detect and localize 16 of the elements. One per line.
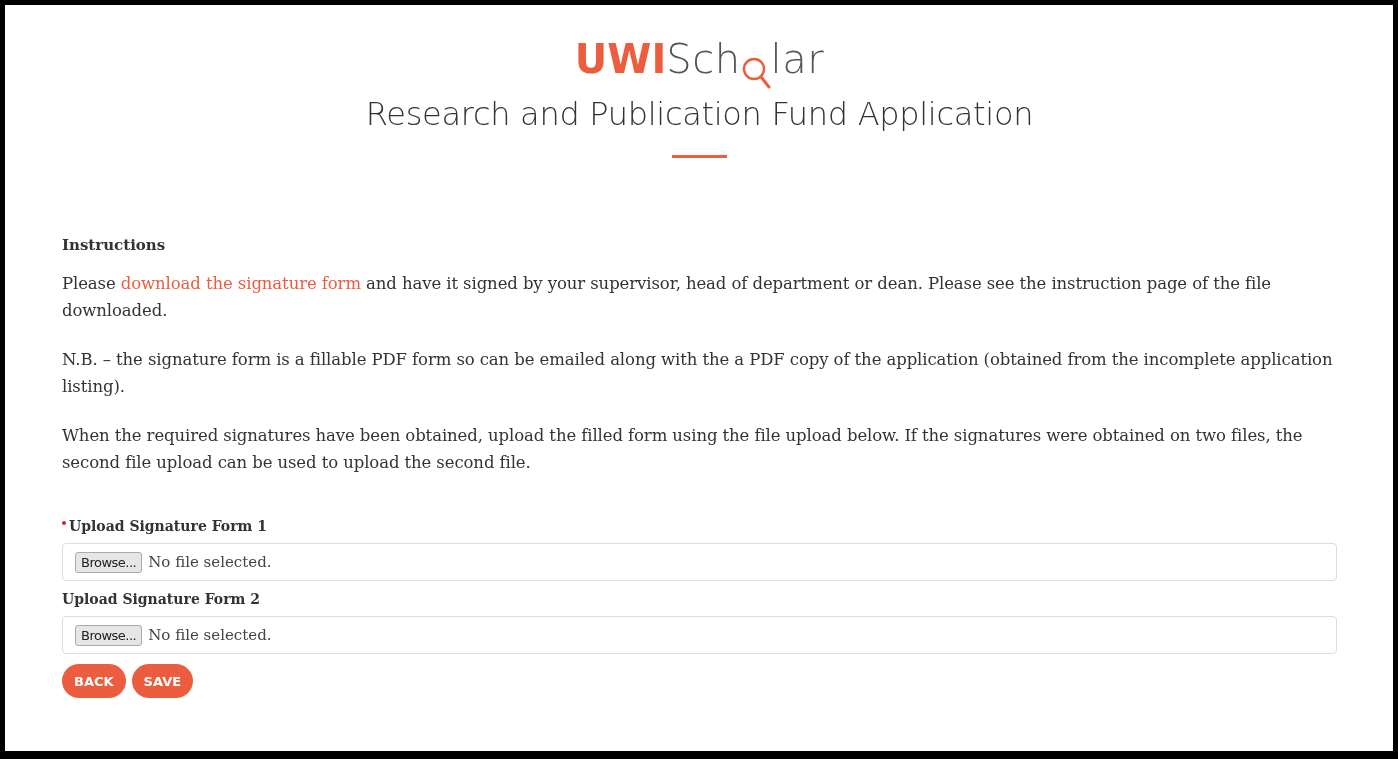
file-status: No file selected. — [148, 626, 272, 644]
instruction-text: N.B. – the signature form is a fillable PDF form so can be emailed along with the a PDF copy of the application (obtained from the incomplete application listing). — [62, 349, 1334, 398]
file-upload-field[interactable]: Browse... No file selected. — [62, 543, 1337, 581]
field-label: Upload Signature Form 2 — [62, 591, 260, 607]
logo-text: Sch — [666, 35, 741, 83]
file-status: No file selected. — [148, 553, 272, 571]
logo-text: lar — [770, 35, 825, 83]
browse-button[interactable]: Browse... — [75, 551, 143, 573]
logo-text: UWI — [574, 35, 667, 83]
page-title: Research and Publication Fund Application — [364, 95, 1035, 133]
file-upload-field[interactable]: Browse... No file selected. — [62, 616, 1337, 654]
instruction-text: Please download the signature form and have it signed by your supervisor, head of department or dean. Please see the instruction page of the file downloaded. — [62, 273, 1273, 322]
browse-button[interactable]: Browse... — [75, 624, 143, 646]
field-label: Upload Signature Form 1 — [69, 518, 267, 534]
instruction-text: When the required signatures have been obtained, upload the filled form using the file upload below. If the signatures were obtained on two files, the second file upload can be used to upload the second file. — [62, 425, 1304, 474]
section-heading: Instructions — [62, 236, 167, 254]
